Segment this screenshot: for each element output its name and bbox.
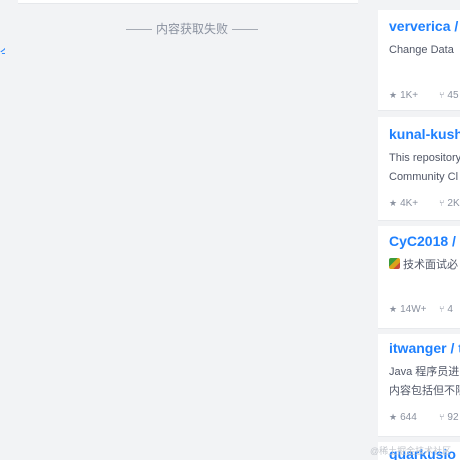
main-content-area: 内容获取失败 今 — [0, 0, 372, 460]
repo-title-link[interactable]: itwanger / t — [389, 340, 460, 356]
repo-title-link[interactable]: ververica / — [389, 18, 458, 34]
forks-stat: ⑂ 2K — [439, 198, 460, 209]
partial-link[interactable]: 今 — [0, 44, 5, 61]
repo-description-line: 技术面试必 — [389, 256, 458, 275]
repo-description-line: Java 程序员进 — [389, 366, 460, 378]
github-repo-sidebar: ververica / Change Data ★ 1K+ ⑂ 45 kunal-k… — [378, 0, 460, 460]
repo-stats: ★ 4K+ ⑂ 2K — [389, 198, 460, 209]
repo-description-line: Change Data — [389, 44, 454, 56]
stars-stat: ★ 4K+ — [389, 198, 418, 209]
repo-description-line: 内容包括但不限 — [389, 385, 460, 397]
fork-icon: ⑂ — [439, 198, 445, 208]
repo-stats: ★ 1K+ ⑂ 45 — [389, 90, 459, 101]
forks-count: 92 — [447, 412, 459, 423]
page: 内容获取失败 今 ververica / Change Data ★1K+ ⑂4… — [0, 0, 460, 460]
repo-description: This repository Community Cl — [389, 149, 460, 187]
load-failed-text: 内容获取失败 — [156, 22, 229, 36]
stars-count: 4K+ — [400, 198, 419, 209]
forks-count: 45 — [447, 90, 459, 101]
divider-left — [126, 29, 152, 31]
fork-icon: ⑂ — [439, 412, 445, 422]
forks-stat: ⑂ 92 — [439, 412, 459, 423]
repo-stats: ★ 14W+ ⑂ 4 — [389, 304, 453, 315]
load-failed-notice: 内容获取失败 — [122, 21, 259, 37]
stars-count: 644 — [400, 412, 417, 423]
repo-description-line: This repository — [389, 152, 460, 164]
stars-count: 1K+ — [400, 90, 419, 101]
forks-stat: ⑂ 4 — [439, 304, 453, 315]
stars-stat: ★ 644 — [389, 412, 417, 423]
divider-right — [232, 29, 259, 31]
star-icon: ★ — [389, 198, 398, 208]
stars-count: 14W+ — [400, 304, 427, 315]
fork-icon: ⑂ — [439, 90, 445, 100]
star-icon: ★ — [389, 90, 398, 100]
repo-card[interactable]: ververica / Change Data ★ 1K+ ⑂ 45 — [378, 10, 460, 111]
repo-card[interactable]: CyC2018 / 技术面试必 ★ 14W+ ⑂ 4 — [378, 226, 460, 329]
watermark: @稀土掘金技术社区 — [370, 446, 452, 456]
stars-stat: ★ 14W+ — [389, 304, 426, 315]
stars-stat: ★ 1K+ — [389, 90, 418, 101]
forks-stat: ⑂ 45 — [439, 90, 459, 101]
star-icon: ★ — [389, 304, 398, 314]
repo-stats: ★ 644 ⑂ 92 — [389, 412, 459, 423]
forks-count: 2K — [447, 198, 460, 209]
forks-count: 4 — [447, 304, 453, 315]
repo-description: Java 程序员进 内容包括但不限 — [389, 363, 460, 401]
repo-description: Change Data — [389, 41, 454, 60]
fork-icon: ⑂ — [439, 304, 445, 314]
books-emoji-icon — [389, 258, 400, 269]
previous-card-edge — [18, 0, 358, 4]
repo-description-line: Community Cl — [389, 171, 459, 183]
repo-card[interactable]: itwanger / t Java 程序员进 内容包括但不限 ★ 644 ⑂ 92 — [378, 334, 460, 437]
repo-description: 技术面试必 — [389, 256, 458, 275]
repo-card[interactable]: kunal-kush This repository Community Cl … — [378, 117, 460, 221]
repo-description-text: 技术面试必 — [403, 259, 458, 271]
repo-title-link[interactable]: CyC2018 / — [389, 233, 456, 249]
repo-title-link[interactable]: kunal-kush — [389, 126, 460, 142]
star-icon: ★ — [389, 412, 398, 422]
